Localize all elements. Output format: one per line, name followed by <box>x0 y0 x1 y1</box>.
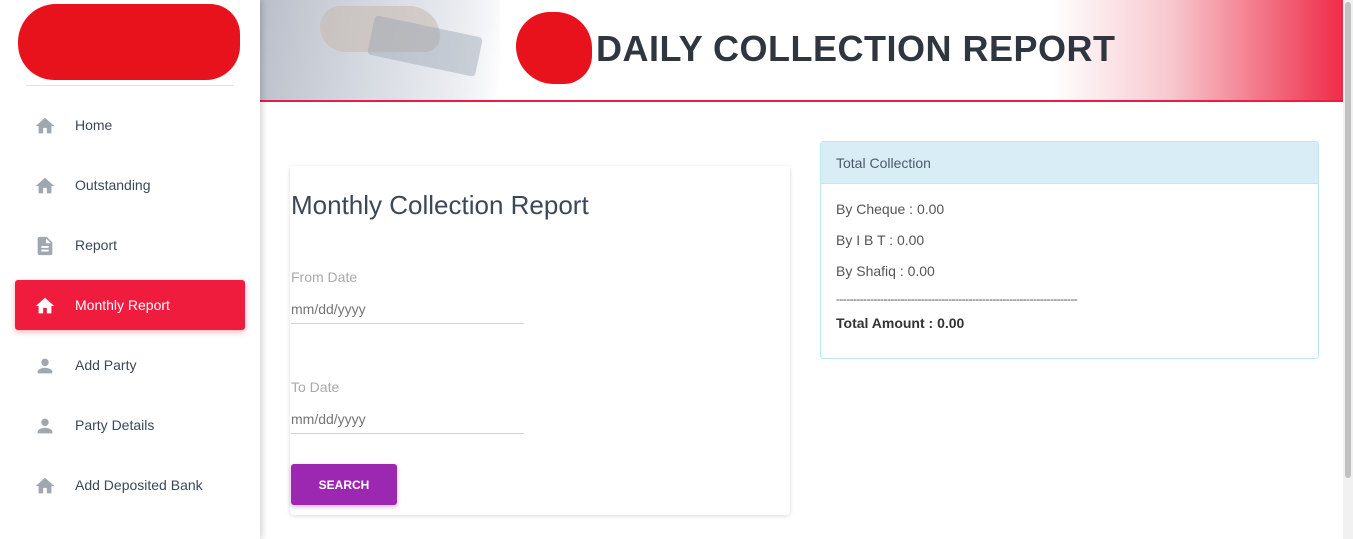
scrollbar-thumb[interactable] <box>1345 2 1351 478</box>
separator-line: ----------------------------------------… <box>836 292 1078 306</box>
page-scrollbar[interactable] <box>1343 0 1353 539</box>
page-title: DAILY COLLECTION REPORT <box>596 28 1116 69</box>
sidebar-item-monthly-report[interactable]: Monthly Report <box>15 280 245 330</box>
from-date-label: From Date <box>291 269 358 285</box>
sidebar-item-label: Add Party <box>75 357 137 373</box>
brand-logo[interactable] <box>18 4 240 80</box>
shafiq-amount: By Shafiq : 0.00 <box>836 263 935 279</box>
home-icon <box>34 295 56 317</box>
sidebar-item-add-deposited-bank[interactable]: Add Deposited Bank <box>15 460 245 510</box>
sidebar-item-label: Outstanding <box>75 177 151 193</box>
sidebar-item-label: Party Details <box>75 417 155 433</box>
to-date-input[interactable] <box>291 405 524 434</box>
from-date-input[interactable] <box>291 295 524 324</box>
sidebar-item-outstanding[interactable]: Outstanding <box>15 160 245 210</box>
header-banner: DAILY COLLECTION REPORT <box>260 0 1343 102</box>
header-logo <box>516 12 592 84</box>
logo-divider <box>26 85 234 86</box>
to-date-label: To Date <box>291 379 340 395</box>
sidebar-item-party-details[interactable]: Party Details <box>15 400 245 450</box>
home-icon <box>34 175 56 197</box>
sidebar-item-label: Report <box>75 237 118 253</box>
total-amount: Total Amount : 0.00 <box>836 315 965 331</box>
sidebar-item-label: Home <box>75 117 113 133</box>
monthly-report-card: Monthly Collection Report From Date To D… <box>290 166 790 515</box>
sidebar-nav: Home Outstanding Report Monthly Report A… <box>15 100 245 520</box>
search-button[interactable]: SEARCH <box>291 464 397 505</box>
logo-area <box>0 0 260 86</box>
document-icon <box>34 235 56 257</box>
home-icon <box>34 115 56 137</box>
sidebar-item-label: Monthly Report <box>75 297 170 313</box>
card-title: Monthly Collection Report <box>291 190 589 220</box>
home-icon <box>34 475 56 497</box>
sidebar-item-label: Add Deposited Bank <box>75 477 203 493</box>
cheque-amount: By Cheque : 0.00 <box>836 201 945 217</box>
person-icon <box>34 415 56 437</box>
ibt-amount: By I B T : 0.00 <box>836 232 925 248</box>
panel-heading: Total Collection <box>821 142 1318 184</box>
sidebar: Home Outstanding Report Monthly Report A… <box>0 0 260 539</box>
person-icon <box>34 355 56 377</box>
banner-photo <box>260 0 500 100</box>
sidebar-item-report[interactable]: Report <box>15 220 245 270</box>
sidebar-item-add-party[interactable]: Add Party <box>15 340 245 390</box>
total-collection-panel: Total Collection By Cheque : 0.00 By I B… <box>820 141 1319 359</box>
sidebar-item-home[interactable]: Home <box>15 100 245 150</box>
